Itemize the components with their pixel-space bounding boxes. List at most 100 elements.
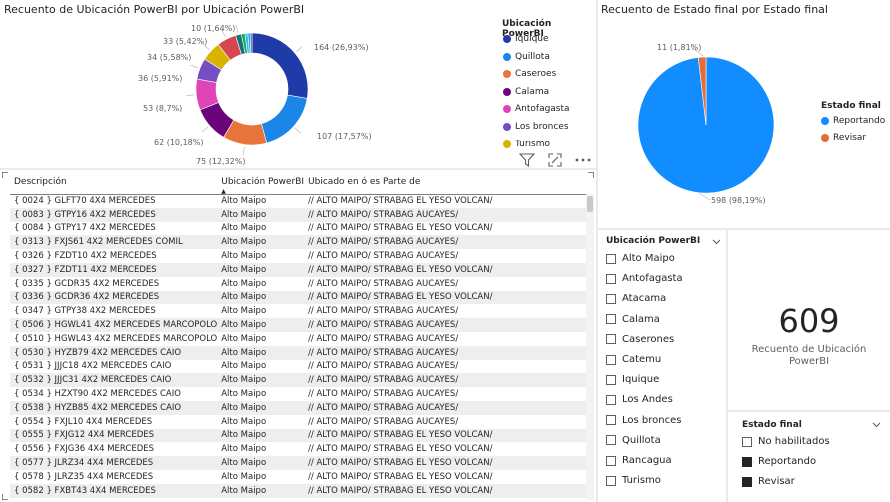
- table-row[interactable]: { 0347 } GTPY38 4X2 MERCEDES Alto Maipo//…: [10, 304, 588, 319]
- table-row[interactable]: { 0534 } HZXT90 4X2 MERCEDES CAIO Alto Ma…: [10, 387, 588, 401]
- table-row[interactable]: { 0510 } HGWL43 4X2 MERCEDES MARCOPOLO Al…: [10, 331, 588, 346]
- donut-legend-item[interactable]: Iquique: [503, 34, 549, 44]
- cell-ubicacion: Alto Maipo: [217, 345, 305, 360]
- checkbox[interactable]: [606, 273, 616, 284]
- chevron-down-icon[interactable]: [712, 239, 721, 245]
- donut-chart[interactable]: 164 (26,93%) 107 (17,57%) 75 (12,32%) 62 (1…: [0, 0, 500, 168]
- checkbox[interactable]: [606, 415, 616, 426]
- cell-descripcion: { 0531 } JJJC18 4X2 MERCEDES CAIO: [10, 359, 218, 374]
- cell-ubicado: // ALTO MAIPO/ STRABAG EL YESO VOLCAN/: [304, 483, 588, 498]
- table-row[interactable]: { 0024 } GLFT70 4X4 MERCEDES Alto Maipo//…: [10, 194, 588, 208]
- checkbox[interactable]: [606, 374, 616, 385]
- table-row[interactable]: { 0313 } FXJS61 4X2 MERCEDES COMIL Alto M…: [10, 235, 588, 250]
- donut-data-label: 62 (10,18%): [154, 138, 203, 147]
- table-row[interactable]: { 0326 } FZDT10 4X2 MERCEDES Alto Maipo//…: [10, 249, 588, 263]
- table-row[interactable]: { 0556 } FXJG36 4X4 MERCEDES Alto Maipo//…: [10, 442, 588, 457]
- slicer-ubicacion-item[interactable]: Quillota: [606, 435, 661, 446]
- pie-chart[interactable]: 598 (98,19%) 11 (1,81%): [598, 0, 808, 228]
- slicer-estado-title: Estado final: [742, 420, 802, 430]
- table-row[interactable]: { 0577 } JLRZ34 4X4 MERCEDES Alto Maipo//…: [10, 456, 588, 470]
- slicer-ubicacion-item[interactable]: Atacama: [606, 293, 666, 304]
- checkbox[interactable]: [742, 456, 752, 467]
- donut-data-label: 107 (17,57%): [317, 132, 372, 141]
- slicer-ubicacion-item[interactable]: Turismo: [606, 475, 661, 486]
- slicer-ubicacion-item[interactable]: Catemu: [606, 354, 661, 365]
- donut-slice[interactable]: [261, 94, 308, 144]
- checkbox[interactable]: [606, 435, 616, 446]
- slicer-ubicacion-item[interactable]: Calama: [606, 314, 660, 325]
- cell-descripcion: { 0336 } GCDR36 4X2 MERCEDES: [10, 290, 218, 305]
- focus-mode-icon[interactable]: [548, 153, 562, 167]
- chevron-down-icon[interactable]: [872, 422, 881, 428]
- filter-icon[interactable]: [519, 153, 535, 167]
- more-options-icon[interactable]: [575, 157, 591, 163]
- table-row[interactable]: { 0336 } GCDR36 4X2 MERCEDES Alto Maipo//…: [10, 290, 588, 305]
- table-row[interactable]: { 0083 } GTPY16 4X2 MERCEDES Alto Maipo//…: [10, 207, 588, 222]
- table-row[interactable]: { 0582 } FXBT43 4X4 MERCEDES Alto Maipo//…: [10, 483, 588, 498]
- cell-ubicacion: Alto Maipo: [217, 428, 305, 443]
- checkbox[interactable]: [606, 475, 616, 486]
- table-row[interactable]: { 0531 } JJJC18 4X2 MERCEDES CAIO Alto Ma…: [10, 359, 588, 374]
- donut-legend-item[interactable]: Quillota: [503, 52, 550, 62]
- column-header-ubicacion[interactable]: Ubicación PowerBI ▲: [217, 170, 305, 195]
- table-row[interactable]: { 0335 } GCDR35 4X2 MERCEDES Alto Maipo//…: [10, 276, 588, 291]
- card-visual[interactable]: 609 Recuento de Ubicación PowerBI: [728, 230, 890, 410]
- donut-legend-item[interactable]: Antofagasta: [503, 104, 570, 114]
- checkbox[interactable]: [606, 394, 616, 405]
- donut-legend-item[interactable]: Calama: [503, 87, 549, 97]
- checkbox[interactable]: [606, 455, 616, 466]
- table-row[interactable]: { 0532 } JJJC31 4X2 MERCEDES CAIO Alto Ma…: [10, 373, 588, 388]
- checkbox[interactable]: [606, 314, 616, 325]
- table-scrollbar-thumb[interactable]: [587, 196, 593, 212]
- slicer-estado-item[interactable]: Reportando: [742, 456, 816, 467]
- donut-slice[interactable]: [249, 32, 253, 54]
- slicer-ubicacion-item[interactable]: Los Andes: [606, 394, 673, 405]
- column-header-ubicado[interactable]: Ubicado en ó es Parte de: [304, 170, 588, 195]
- table-row[interactable]: { 0555 } FXJG12 4X4 MERCEDES Alto Maipo//…: [10, 428, 588, 443]
- donut-data-label: 34 (5,58%): [147, 53, 191, 62]
- donut-legend-item[interactable]: Turismo: [503, 140, 550, 149]
- checkbox[interactable]: [742, 476, 752, 487]
- slicer-item-label: Los Andes: [622, 394, 673, 406]
- slicer-ubicacion[interactable]: Ubicación PowerBI Alto Maipo Antofagasta A…: [598, 230, 726, 502]
- cell-descripcion: { 0578 } JLRZ35 4X4 MERCEDES: [10, 469, 218, 484]
- slicer-ubicacion-item[interactable]: Los bronces: [606, 415, 681, 426]
- checkbox[interactable]: [606, 293, 616, 304]
- pie-legend-item[interactable]: Reportando: [821, 116, 885, 126]
- cell-ubicacion: Alto Maipo: [217, 318, 305, 332]
- cell-ubicacion: Alto Maipo: [217, 469, 305, 484]
- slicer-ubicacion-item[interactable]: Antofagasta: [606, 273, 683, 284]
- slicer-ubicacion-item[interactable]: Alto Maipo: [606, 253, 675, 264]
- slicer-ubicacion-item[interactable]: Caserones: [606, 334, 674, 345]
- pie-legend-item[interactable]: Revisar: [821, 133, 866, 143]
- slicer-ubicacion-item[interactable]: Rancagua: [606, 455, 672, 466]
- donut-legend-item[interactable]: Caseroes: [503, 69, 556, 79]
- cell-ubicacion: Alto Maipo: [217, 290, 305, 305]
- checkbox[interactable]: [606, 334, 616, 345]
- slicer-item-label: Turismo: [622, 475, 661, 487]
- table-row[interactable]: { 0506 } HGWL41 4X2 MERCEDES MARCOPOLO Al…: [10, 318, 588, 332]
- table-row[interactable]: { 0554 } FXJL10 4X4 MERCEDES Alto Maipo//…: [10, 414, 588, 429]
- table-row[interactable]: { 0327 } FZDT11 4X2 MERCEDES Alto Maipo//…: [10, 262, 588, 277]
- slicer-estado-item[interactable]: Revisar: [742, 476, 795, 487]
- donut-legend-item[interactable]: Los bronces: [503, 122, 569, 132]
- pie-legend-title: Estado final: [821, 101, 881, 111]
- slicer-item-label: Atacama: [622, 293, 667, 305]
- slicer-estado-item[interactable]: No habilitados: [742, 436, 830, 447]
- table-row[interactable]: { 0538 } HYZB85 4X2 MERCEDES CAIO Alto Ma…: [10, 400, 588, 415]
- pie-chart-visual[interactable]: Recuento de Estado final por Estado fina…: [598, 0, 890, 228]
- checkbox[interactable]: [606, 354, 616, 365]
- table-row[interactable]: { 0084 } GTPY17 4X2 MERCEDES Alto Maipo//…: [10, 221, 588, 236]
- column-header-descripcion[interactable]: Descripción: [10, 170, 218, 195]
- checkbox[interactable]: [606, 253, 616, 264]
- data-table: Descripción Ubicación PowerBI ▲ Ubicado e…: [10, 170, 588, 498]
- table-row[interactable]: { 0530 } HYZB79 4X2 MERCEDES CAIO Alto Ma…: [10, 345, 588, 360]
- checkbox[interactable]: [742, 436, 752, 447]
- table-row[interactable]: { 0578 } JLRZ35 4X4 MERCEDES Alto Maipo//…: [10, 469, 588, 484]
- slicer-ubicacion-item[interactable]: Iquique: [606, 374, 659, 385]
- table-visual[interactable]: Descripción Ubicación PowerBI ▲ Ubicado e…: [0, 170, 596, 502]
- slicer-estado-final[interactable]: Estado final No habilitados Reportando Rev…: [728, 412, 890, 502]
- donut-chart-visual[interactable]: Recuento de Ubicación PowerBI por Ubicac…: [0, 0, 596, 168]
- donut-slice[interactable]: [251, 32, 309, 99]
- table-scrollbar[interactable]: [586, 194, 594, 500]
